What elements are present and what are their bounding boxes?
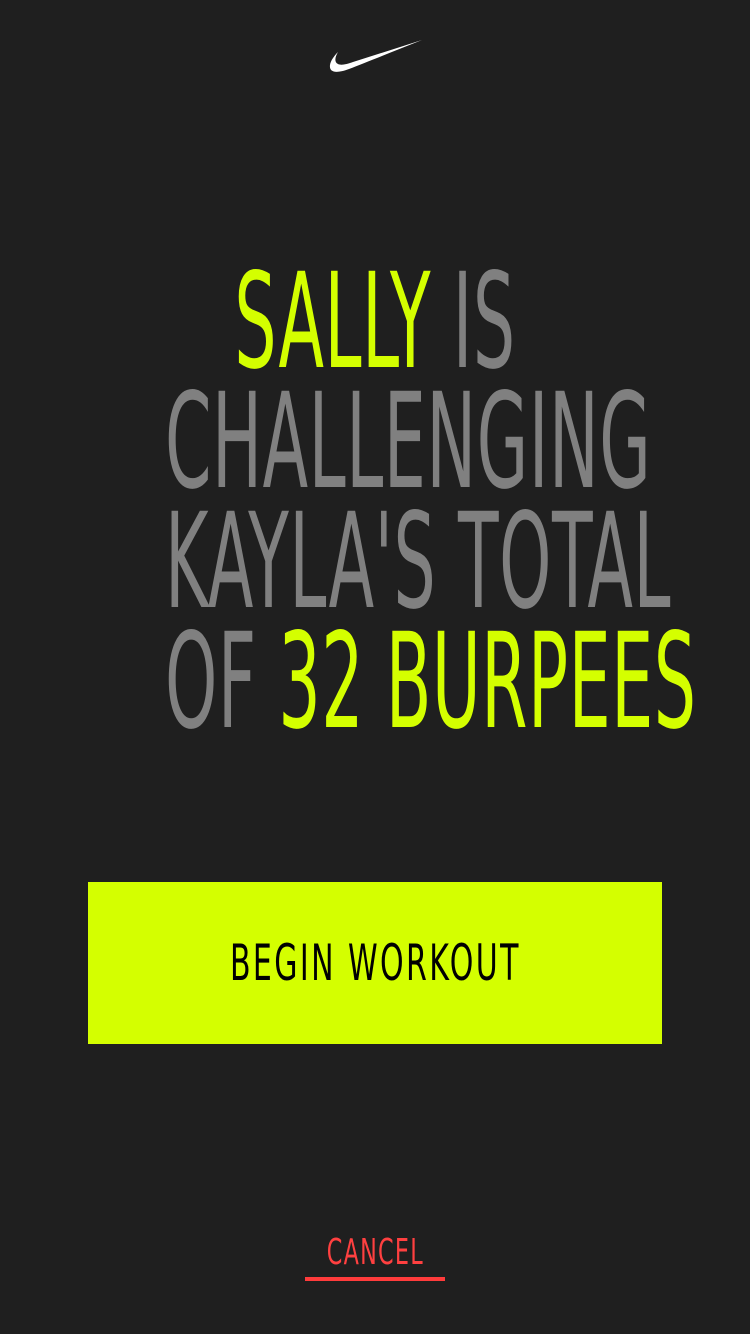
- challenge-total: 32 BURPEES: [278, 605, 697, 759]
- cancel-label: CANCEL: [326, 1232, 424, 1273]
- headline-line-3: KAYLA'S TOTAL: [165, 485, 672, 639]
- cancel-link[interactable]: CANCEL: [0, 1232, 750, 1281]
- begin-workout-label: BEGIN WORKOUT: [229, 934, 521, 992]
- nike-swoosh-icon: [327, 38, 423, 74]
- cancel-underline: [304, 1277, 446, 1281]
- challenge-headline: SALLY IS CHALLENGING KAYLA'S TOTAL OF 32…: [0, 256, 750, 748]
- headline-line-2: CHALLENGING: [165, 365, 652, 519]
- cancel-link-inner[interactable]: CANCEL: [297, 1232, 454, 1281]
- headline-line-4: OF 32 BURPEES: [165, 616, 696, 748]
- headline-line-1: SALLY IS: [165, 256, 585, 388]
- begin-workout-button[interactable]: BEGIN WORKOUT: [88, 882, 662, 1044]
- headline-line-4-prefix: OF: [165, 605, 279, 759]
